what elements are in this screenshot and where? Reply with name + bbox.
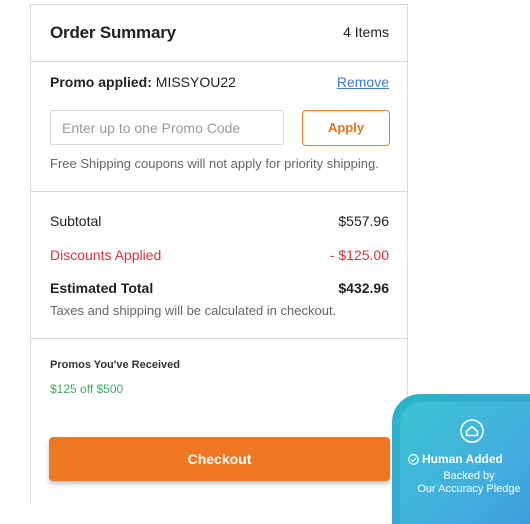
subtotal-value: $557.96 [338,213,389,229]
badge-title-text: Human Added [422,452,503,466]
promo-code-input[interactable] [50,110,284,145]
promo-applied: Promo applied: MISSYOU22 [50,74,236,90]
estimated-total-value: $432.96 [338,280,389,296]
accuracy-pledge-badge[interactable]: Human Added Backed by Our Accuracy Pledg… [392,394,530,524]
badge-subtitle: Backed by Our Accuracy Pledge [402,470,530,496]
apply-promo-button[interactable]: Apply [302,110,390,146]
item-count: 4 Items [343,24,389,40]
badge-line-2: Our Accuracy Pledge [417,483,521,495]
promo-applied-label: Promo applied: [50,74,152,90]
order-summary-card: Order Summary 4 Items Promo applied: MIS… [30,4,408,504]
order-summary-title: Order Summary [50,23,176,42]
divider [31,191,407,192]
check-circle-icon [408,454,419,465]
tax-note: Taxes and shipping will be calculated in… [50,303,337,318]
discounts-label: Discounts Applied [50,247,162,263]
checkout-button[interactable]: Checkout [49,437,390,481]
badge-panel: Human Added Backed by Our Accuracy Pledg… [400,402,530,524]
badge-line-1: Backed by [443,470,495,482]
divider [31,338,407,339]
estimated-total-label: Estimated Total [50,280,154,296]
shield-home-icon [460,419,484,443]
promo-received-item: $125 off $500 [50,382,124,396]
promo-applied-code: MISSYOU22 [155,74,236,90]
promos-received-title: Promos You've Received [50,359,180,371]
remove-promo-link[interactable]: Remove [337,74,389,90]
discounts-value: - $125.00 [329,247,389,263]
divider [31,61,407,62]
subtotal-label: Subtotal [50,213,102,229]
shipping-note: Free Shipping coupons will not apply for… [50,156,379,171]
badge-title: Human Added [408,452,530,466]
